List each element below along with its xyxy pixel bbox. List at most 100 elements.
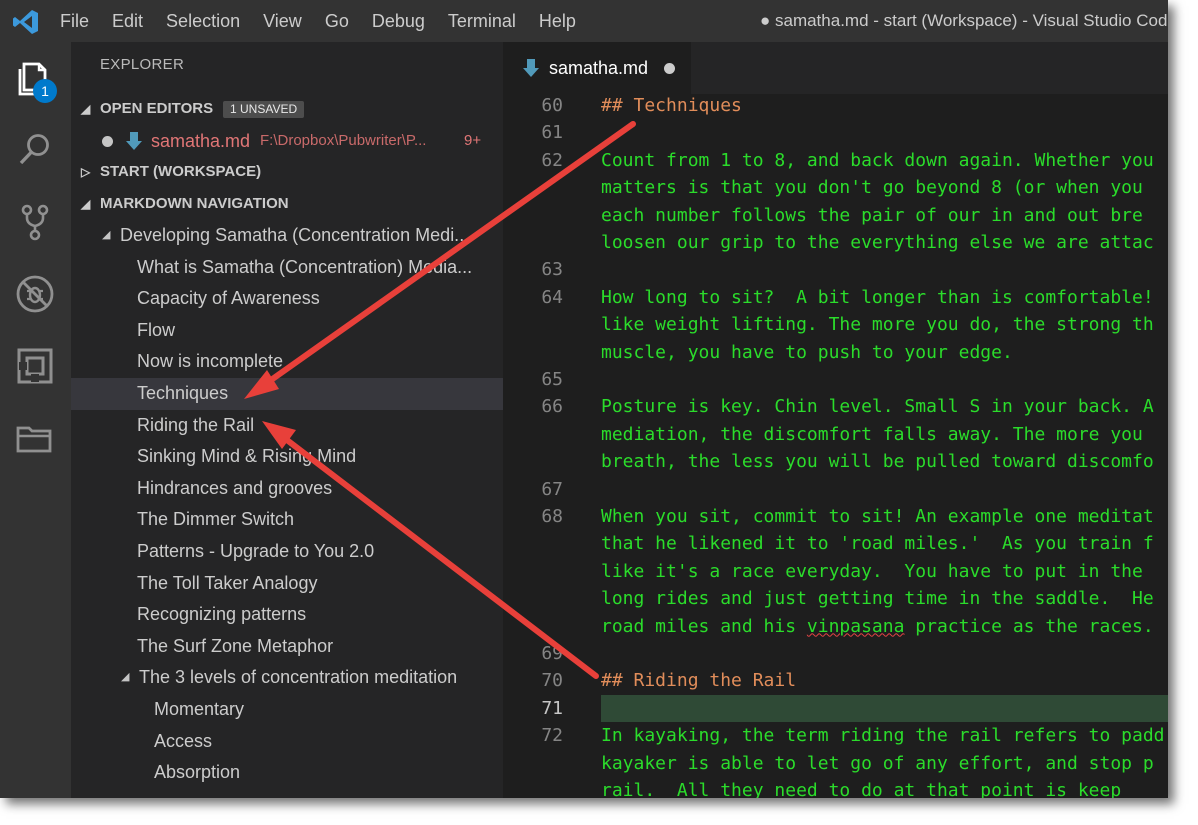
tab-label: samatha.md — [549, 58, 649, 78]
code-line: 60 ## Techniques — [503, 94, 1168, 119]
nav-item[interactable]: Sinking Mind & Rising Mind — [71, 441, 503, 473]
sidebar-title: EXPLORER — [100, 56, 185, 73]
nav-item-label: Flow — [137, 319, 176, 340]
tab-samatha-md[interactable]: samatha.md — [503, 42, 691, 94]
line-number: 63 — [541, 259, 563, 281]
spelling-error[interactable]: vinpasana — [807, 616, 905, 637]
line-number: 65 — [541, 369, 563, 390]
line-number: 62 — [541, 149, 563, 171]
menu-selection[interactable]: Selection — [154, 0, 251, 42]
code-text: like it's a race everyday. You have to p… — [601, 560, 1143, 582]
extensions-icon[interactable] — [13, 344, 57, 388]
debug-icon[interactable] — [13, 272, 57, 316]
code-text: When you sit, commit to sit! An example … — [601, 506, 1154, 527]
code-line: 63 — [503, 256, 1168, 283]
menu-terminal[interactable]: Terminal — [436, 0, 527, 42]
nav-item-label: The Dimmer Switch — [137, 509, 295, 530]
menu-file[interactable]: File — [48, 0, 100, 42]
markdown-nav-label: MARKDOWN NAVIGATION — [100, 195, 289, 212]
code-line: long rides and just getting time in the … — [503, 585, 1168, 612]
open-editors-label: OPEN EDITORS — [100, 100, 214, 117]
unsaved-badge: 1 UNSAVED — [223, 101, 305, 118]
line-number: 64 — [541, 286, 563, 308]
open-editors-header[interactable]: ◢ OPEN EDITORS 1 UNSAVED — [71, 94, 503, 124]
code-text: that he likened it to 'road miles.' As y… — [601, 533, 1154, 555]
workspace-header[interactable]: ▷ START (WORKSPACE) — [71, 157, 503, 187]
chevron-down-icon: ◢ — [81, 197, 91, 211]
open-editor-filename: samatha.md — [151, 131, 251, 151]
nav-item[interactable]: Capacity of Awareness — [71, 283, 503, 315]
nav-item-label: The 3 levels of concentration meditation — [139, 667, 458, 688]
menu-go[interactable]: Go — [313, 0, 360, 42]
code-text: loosen our grip to the everything else w… — [601, 232, 1154, 253]
code-editor[interactable]: 60 ## Techniques 61 62 Count from 1 to 8, an… — [503, 94, 1168, 798]
menu-bar: File Edit Selection View Go Debug Termin… — [48, 0, 587, 42]
vscode-window: File Edit Selection View Go Debug Termin… — [0, 0, 1168, 798]
code-text: long rides and just getting time in the … — [601, 588, 1154, 610]
code-text: like weight lifting. The more you do, th… — [601, 314, 1154, 336]
code-text: kayaker is able to let go of any effort,… — [601, 752, 1154, 774]
source-control-icon[interactable] — [13, 200, 57, 244]
nav-item[interactable]: The Surf Zone Metaphor — [71, 631, 503, 663]
code-line: 72 In kayaking, the term riding the rail … — [503, 722, 1168, 749]
unsaved-dot-icon[interactable] — [102, 136, 113, 147]
menu-help[interactable]: Help — [527, 0, 587, 42]
nav-item-label: Recognizing patterns — [137, 604, 307, 625]
nav-item-label: What is Samatha (Concentration) Media... — [137, 256, 473, 277]
folder-icon[interactable] — [13, 416, 57, 460]
code-line: like it's a race everyday. You have to p… — [503, 558, 1168, 585]
markdown-nav-header[interactable]: ◢ MARKDOWN NAVIGATION — [71, 189, 503, 219]
nav-item[interactable]: Now is incomplete — [71, 346, 503, 378]
markdown-nav-tree: ◢ Developing Samatha (Concentration Medi.… — [71, 220, 503, 789]
menu-view[interactable]: View — [251, 0, 313, 42]
code-line: 66 Posture is key. Chin level. Small S in… — [503, 393, 1168, 420]
code-line: 71 — [503, 695, 1168, 722]
code-line: rail. All they need to do at that point … — [503, 777, 1168, 798]
code-text: road miles and his vinpasana practice as… — [601, 613, 1154, 640]
markdown-heading: ## Techniques — [601, 95, 742, 116]
menu-debug[interactable]: Debug — [360, 0, 436, 42]
code-line: each number follows the pair of our in a… — [503, 202, 1168, 229]
code-text-segment: road miles and his — [601, 615, 807, 637]
line-number: 66 — [541, 396, 563, 418]
vscode-logo-icon — [13, 10, 38, 34]
markdown-file-icon — [523, 59, 539, 77]
nav-item[interactable]: The Toll Taker Analogy — [71, 568, 503, 600]
nav-item-label: Sinking Mind & Rising Mind — [137, 446, 357, 467]
chevron-down-icon[interactable]: ◢ — [121, 662, 129, 694]
code-line: 65 — [503, 366, 1168, 393]
nav-item[interactable]: Techniques — [71, 377, 503, 410]
nav-item[interactable]: ◢ Developing Samatha (Concentration Medi.… — [71, 220, 503, 252]
nav-item-label: Absorption — [154, 762, 241, 783]
nav-item[interactable]: Flow — [71, 315, 503, 347]
search-icon[interactable] — [13, 128, 57, 172]
code-line: 62 Count from 1 to 8, and back down again… — [503, 147, 1168, 174]
unsaved-dot-icon[interactable] — [664, 63, 675, 74]
nav-item[interactable]: ◢ The 3 levels of concentration meditatio… — [71, 662, 503, 694]
open-editor-item[interactable]: samatha.md F:\Dropbox\Pubwriter\P... 9+ — [71, 125, 503, 157]
nav-item[interactable]: Patterns - Upgrade to You 2.0 — [71, 536, 503, 568]
code-line: 68 When you sit, commit to sit! An exampl… — [503, 503, 1168, 530]
line-number: 68 — [541, 506, 563, 527]
chevron-right-icon: ▷ — [81, 165, 91, 179]
nav-item[interactable]: Recognizing patterns — [71, 599, 503, 631]
code-text: muscle, you have to push to your edge. — [601, 341, 1013, 363]
code-text: breath, the less you will be pulled towa… — [601, 451, 1154, 473]
chevron-down-icon: ◢ — [81, 102, 91, 116]
nav-item[interactable]: The Dimmer Switch — [71, 504, 503, 536]
code-line: 69 — [503, 640, 1168, 667]
nav-item[interactable]: Access — [71, 726, 503, 758]
activity-bar: 1 — [0, 42, 71, 798]
nav-item[interactable]: Momentary — [71, 694, 503, 726]
nav-item-label: Access — [154, 730, 213, 751]
line-number: 67 — [541, 478, 563, 500]
nav-item[interactable]: Riding the Rail — [71, 410, 503, 442]
nav-item[interactable]: Hindrances and grooves — [71, 473, 503, 505]
menu-edit[interactable]: Edit — [100, 0, 154, 42]
nav-item[interactable]: Absorption — [71, 757, 503, 789]
chevron-down-icon[interactable]: ◢ — [102, 220, 110, 252]
nav-item-label: The Surf Zone Metaphor — [137, 635, 334, 656]
nav-item[interactable]: What is Samatha (Concentration) Media... — [71, 252, 503, 284]
line-number: 70 — [541, 670, 563, 692]
nav-item-label: Hindrances and grooves — [137, 477, 333, 498]
